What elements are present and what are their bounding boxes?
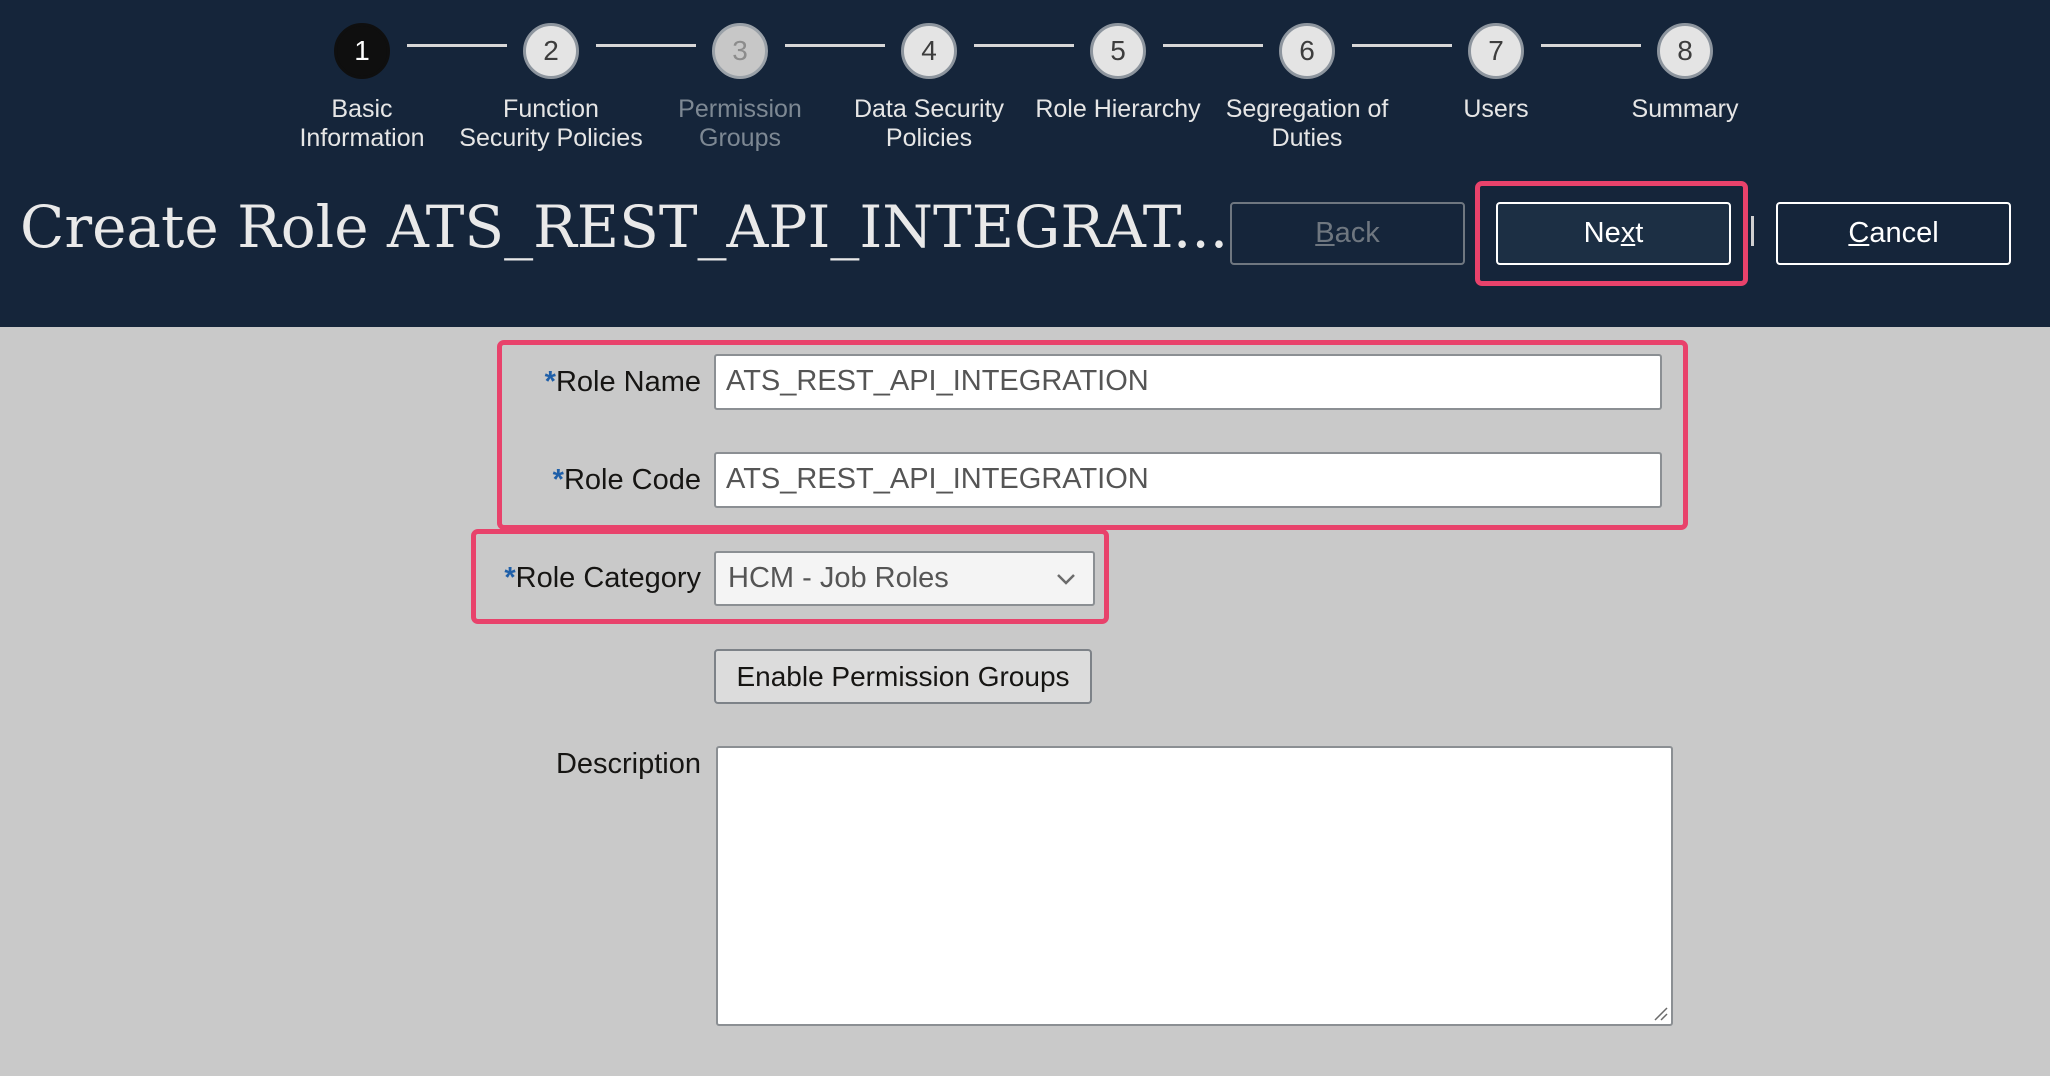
role-name-label: *Role Name — [544, 366, 701, 398]
enable-permission-groups-button[interactable]: Enable Permission Groups — [714, 649, 1092, 704]
required-indicator: * — [552, 464, 564, 496]
required-indicator: * — [504, 562, 516, 594]
step-number: 7 — [1468, 23, 1524, 79]
chevron-down-icon — [1057, 574, 1075, 585]
step-number: 2 — [523, 23, 579, 79]
step-number: 5 — [1090, 23, 1146, 79]
train-connector — [407, 44, 507, 47]
step-number: 1 — [334, 23, 390, 79]
role-category-label: *Role Category — [504, 562, 701, 594]
cancel-button[interactable]: Cancel — [1776, 202, 2011, 265]
train-connector — [1352, 44, 1452, 47]
step-train: 1 Basic Information 2 Function Security … — [0, 0, 2050, 160]
back-button[interactable]: Back — [1230, 202, 1465, 265]
description-label: Description — [555, 748, 701, 780]
step-number: 4 — [901, 23, 957, 79]
required-indicator: * — [544, 366, 556, 398]
button-divider — [1751, 216, 1754, 246]
role-code-label: *Role Code — [552, 464, 701, 496]
page-title: Create Role ATS_REST_API_INTEGRAT... — [20, 193, 1229, 261]
step-label: Summary — [1631, 95, 1739, 123]
role-code-input[interactable]: ATS_REST_API_INTEGRATION — [714, 452, 1662, 508]
train-connector — [1541, 44, 1641, 47]
next-button[interactable]: Next — [1496, 202, 1731, 265]
role-category-select[interactable]: HCM - Job Roles — [714, 551, 1095, 606]
resize-handle-icon[interactable] — [1652, 1005, 1668, 1021]
description-textarea[interactable] — [716, 746, 1673, 1026]
role-name-input[interactable]: ATS_REST_API_INTEGRATION — [714, 354, 1662, 410]
train-connector — [785, 44, 885, 47]
train-connector — [1163, 44, 1263, 47]
train-connector — [974, 44, 1074, 47]
step-number: 8 — [1657, 23, 1713, 79]
step-number: 3 — [712, 23, 768, 79]
train-connector — [596, 44, 696, 47]
step-number: 6 — [1279, 23, 1335, 79]
role-category-value: HCM - Job Roles — [728, 562, 949, 594]
page-header: 1 Basic Information 2 Function Security … — [0, 0, 2050, 327]
